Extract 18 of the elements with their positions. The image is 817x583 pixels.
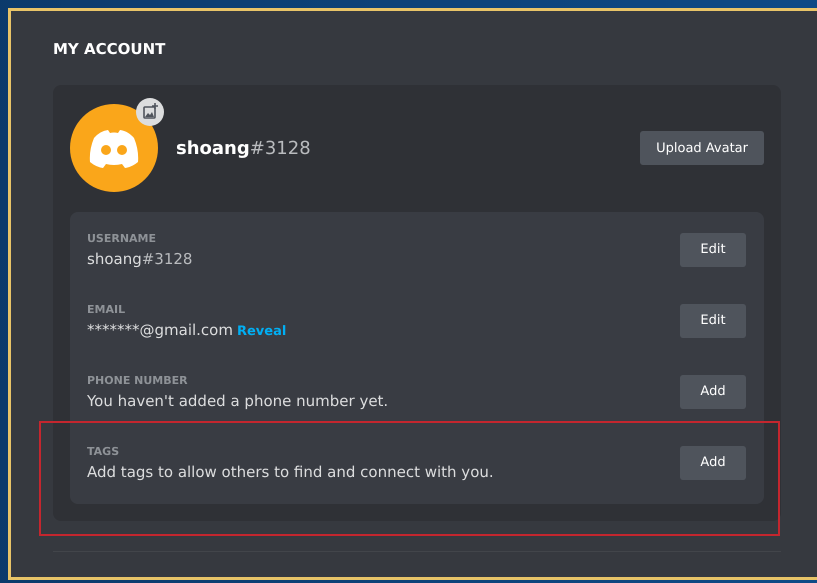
avatar-icon [70,104,158,192]
field-button[interactable]: Add [680,446,746,480]
field-value: You haven't added a phone number yet. [87,392,390,410]
display-name: shoang#3128 [176,138,311,158]
field-value: shoang#3128 [87,250,194,268]
field-button[interactable]: Add [680,374,746,408]
field-value: Add tags to allow others to find and connect with you. [87,462,495,480]
field-label: EMAIL [87,302,126,316]
field-label: USERNAME [87,232,158,244]
section-title: MY ACCOUNT [53,39,166,57]
field-button[interactable]: Edit [680,232,746,266]
field-value: *******@gmail.com Reveal [87,320,288,338]
add-image-icon[interactable] [136,98,164,126]
field-label: TAGS [87,444,120,458]
field-button[interactable]: Edit [680,304,746,338]
reveal-link[interactable]: Reveal [236,324,286,338]
upload-avatar-button[interactable]: Upload Avatar [640,131,764,165]
field-label: PHONE NUMBER [87,374,189,386]
